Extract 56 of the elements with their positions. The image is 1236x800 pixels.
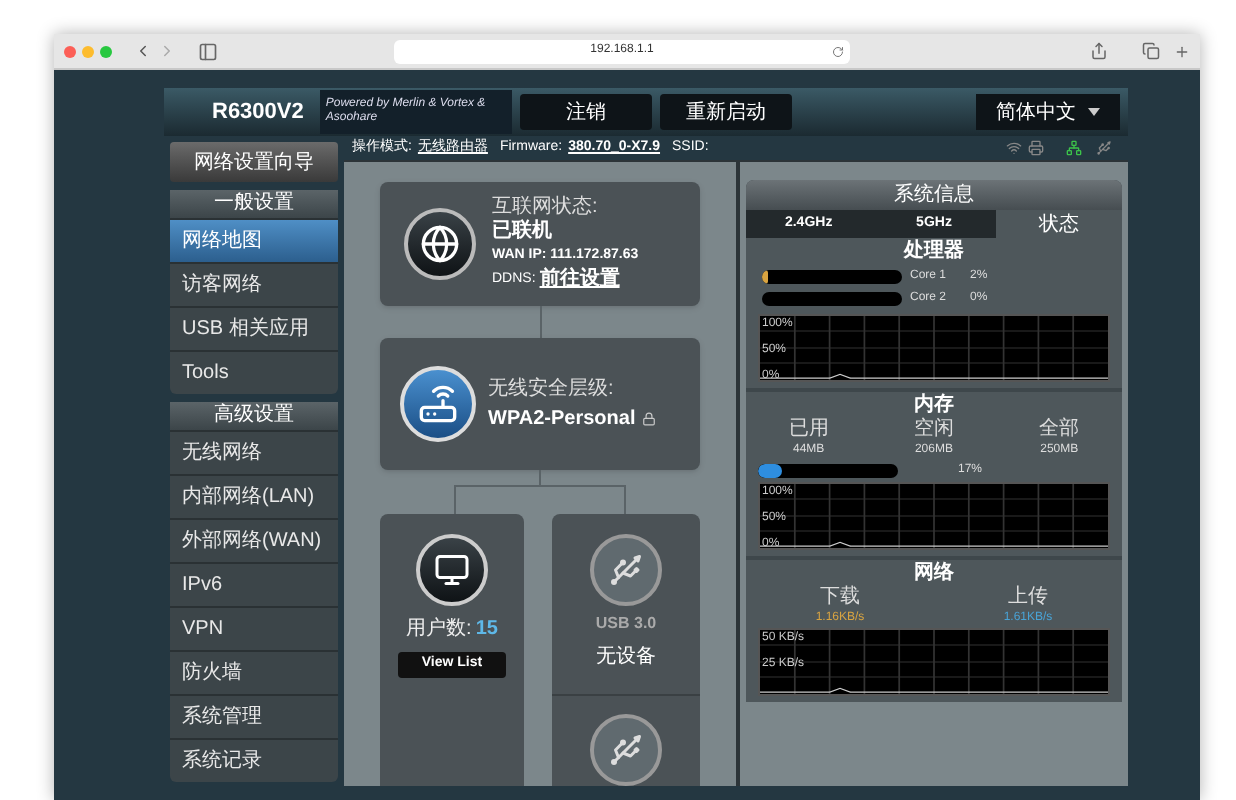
language-select[interactable]: 简体中文 — [976, 94, 1120, 130]
menu-section-title: 一般设置 — [170, 190, 338, 218]
usb-port-icon — [590, 534, 662, 606]
router-icon — [400, 366, 476, 442]
menu-item[interactable]: 内部网络(LAN) — [170, 474, 338, 518]
menu-item[interactable]: 外部网络(WAN) — [170, 518, 338, 562]
memory-stat-label: 已用 — [788, 420, 829, 440]
wireless-security-label: 无线安全层级: — [488, 375, 616, 404]
section-title: 网络 — [912, 560, 956, 588]
rate-label: 上传 — [1007, 588, 1048, 608]
section-title: 处理器 — [901, 238, 966, 266]
new-tab-icon[interactable] — [1174, 43, 1190, 59]
usb-icon[interactable] — [1096, 140, 1112, 156]
menu-item[interactable]: USB 相关应用 — [170, 306, 338, 350]
usb-port-icon — [590, 714, 662, 786]
back-icon[interactable] — [134, 42, 152, 60]
internet-status: 已联机 — [492, 220, 554, 244]
clients-count: 15 — [475, 616, 498, 644]
menu-item[interactable]: IPv6 — [170, 562, 338, 606]
reload-icon[interactable] — [832, 45, 844, 57]
usb-status: 无设备 — [596, 644, 656, 672]
menu-item[interactable]: 系统记录 — [170, 738, 338, 782]
system-info-title: 系统信息 — [746, 180, 1122, 210]
wifi-icon[interactable] — [1006, 140, 1022, 156]
model-name: R6300V2 — [212, 97, 304, 128]
menu-section-title: 高级设置 — [170, 402, 338, 430]
globe-icon — [404, 208, 476, 280]
menu-item[interactable]: 防火墙 — [170, 650, 338, 694]
rate-label: 下载 — [819, 588, 860, 608]
tabs-icon[interactable] — [1142, 42, 1160, 60]
usb-label: USB 3.0 — [595, 612, 657, 636]
dropdown-caret-icon — [1088, 108, 1100, 116]
menu-item[interactable]: 网络地图 — [170, 218, 338, 262]
header-button[interactable]: 注销 — [519, 94, 652, 130]
clients-label: 用户数: — [406, 615, 472, 644]
printer-icon[interactable] — [1028, 140, 1044, 156]
menu-item[interactable]: 访客网络 — [170, 262, 338, 306]
sidebar-toggle-icon[interactable] — [198, 41, 218, 61]
network-icon[interactable] — [1066, 140, 1082, 156]
menu-item[interactable]: VPN — [170, 606, 338, 650]
header-button[interactable]: 重新启动 — [659, 94, 792, 130]
section-title: 内存 — [912, 392, 956, 417]
menu-item[interactable]: Tools — [170, 350, 338, 394]
memory-stat-label: 全部 — [1039, 420, 1080, 440]
info-tab[interactable]: 状态 — [996, 210, 1123, 238]
monitor-icon — [416, 534, 488, 606]
wireless-security-value: WPA2-Personal — [488, 406, 636, 434]
ddns-link[interactable]: 前往设置 — [539, 268, 620, 292]
menu-item[interactable]: 无线网络 — [170, 430, 338, 474]
menu-item[interactable]: 系统管理 — [170, 694, 338, 738]
setup-wizard-button[interactable]: 网络设置向导 — [170, 142, 338, 182]
memory-stat-label: 空闲 — [913, 420, 954, 440]
lock-icon — [641, 412, 656, 426]
internet-status-label: 互联网状态: — [492, 196, 600, 219]
share-icon[interactable] — [1090, 42, 1108, 60]
close-window-button[interactable] — [64, 45, 76, 57]
